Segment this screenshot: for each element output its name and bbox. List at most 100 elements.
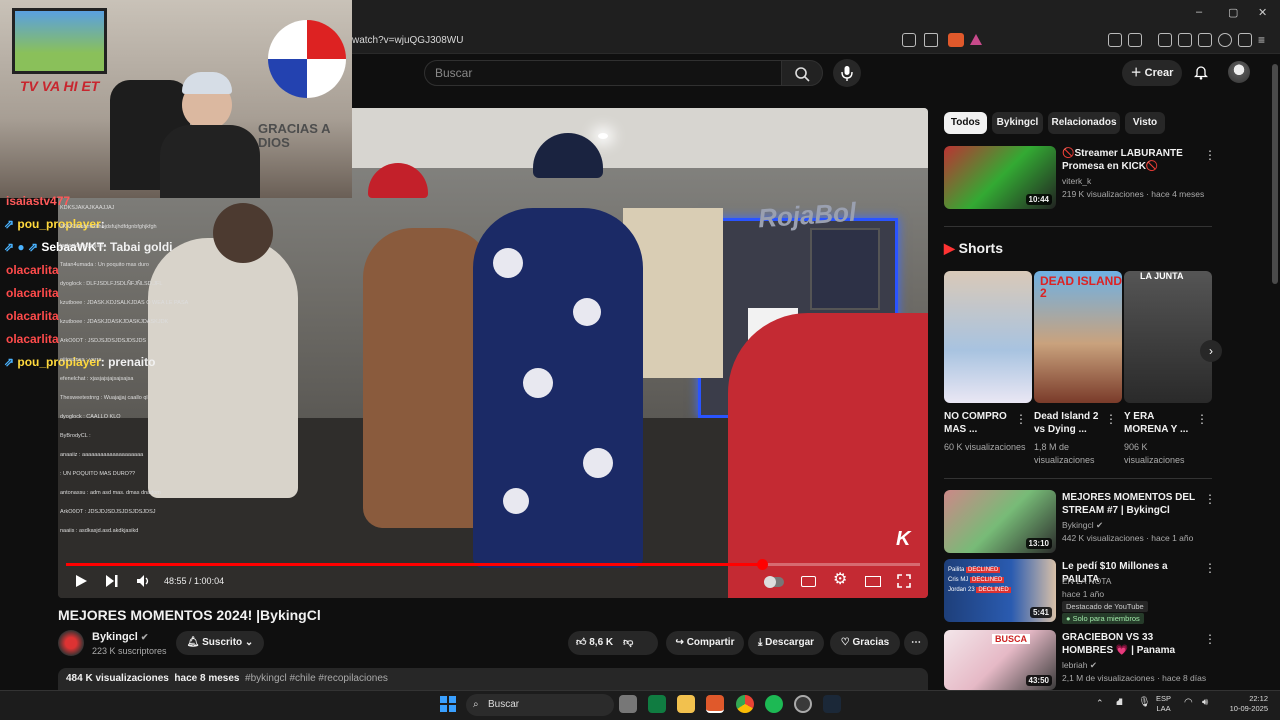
more-options-icon[interactable]: ⋮ <box>1196 412 1208 426</box>
screenshot-icon[interactable] <box>902 33 916 47</box>
chip-visto[interactable]: Visto <box>1125 112 1165 134</box>
short-thumbnail[interactable] <box>944 271 1032 403</box>
progress-bar[interactable] <box>66 559 920 570</box>
channel-name[interactable]: Bykingcl ✔ <box>92 631 148 643</box>
channel-avatar[interactable] <box>58 630 84 656</box>
more-options-icon[interactable]: ⋮ <box>1015 412 1027 426</box>
fullscreen-icon[interactable] <box>897 574 911 588</box>
channel-name[interactable]: EN LA NOTA <box>1062 575 1222 587</box>
more-options-icon[interactable]: ⋮ <box>1204 148 1216 162</box>
media-icon[interactable] <box>1158 33 1172 47</box>
task-view-icon[interactable] <box>619 695 637 713</box>
tray-wifi-icon[interactable]: ◠ <box>1184 697 1193 708</box>
time-total: 1:00:04 <box>194 576 225 586</box>
voice-search-button[interactable] <box>833 59 861 87</box>
dislike-button[interactable]: 👎︎ <box>623 637 633 648</box>
minimize-button[interactable]: – <box>1196 6 1202 18</box>
description-box[interactable]: 484 K visualizaciones hace 8 meses #byki… <box>58 668 928 690</box>
more-options-icon[interactable]: ⋮ <box>1105 412 1117 426</box>
bell-icon: 🔔︎ <box>186 637 203 648</box>
short-title[interactable]: Y ERA MORENA Y ... <box>1124 410 1198 436</box>
create-button[interactable]: ＋ Crear <box>1122 60 1182 86</box>
short-title[interactable]: NO COMPRO MAS ... <box>944 410 1018 436</box>
streamer-webcam: TV VA HI ET GRACIAS A DIOS <box>0 0 352 198</box>
share-button[interactable]: ↪ Compartir <box>666 631 744 655</box>
thanks-button[interactable]: ♡ Gracias <box>830 631 900 655</box>
scrollbar-thumb[interactable] <box>1272 64 1278 284</box>
url-text[interactable]: watch?v=wjuQGJ308WU <box>352 35 463 46</box>
brave-shield-icon[interactable] <box>948 33 964 47</box>
shorts-next-arrow-icon[interactable]: › <box>1200 340 1222 362</box>
video-title[interactable]: MEJORES MOMENTOS DEL STREAM #7 | BykingC… <box>1062 491 1202 517</box>
video-thumbnail[interactable]: 10:44 <box>944 146 1056 209</box>
file-explorer-icon[interactable] <box>677 695 695 713</box>
tray-mic-icon[interactable]: 🎙︎ <box>1138 697 1151 708</box>
tray-chevron-icon[interactable]: ⌃ <box>1096 698 1104 709</box>
settings-gear-icon[interactable]: ⚙ <box>833 572 847 588</box>
windows-start-icon[interactable] <box>440 696 456 712</box>
video-thumbnail[interactable]: 13:10 <box>944 490 1056 553</box>
hashtags[interactable]: #bykingcl #chile #recopilaciones <box>245 673 388 684</box>
search-button[interactable] <box>781 60 823 86</box>
volume-icon[interactable] <box>136 574 152 588</box>
tray-network-icon[interactable]: ⛘ <box>1116 697 1123 710</box>
obs-icon[interactable] <box>794 695 812 713</box>
sidebar-icon[interactable] <box>1178 33 1192 47</box>
leo-icon[interactable] <box>1218 33 1232 47</box>
steam-icon[interactable] <box>823 695 841 713</box>
brave-rewards-icon[interactable] <box>970 34 982 45</box>
tray-volume-icon[interactable]: 🔊︎ <box>1202 697 1208 708</box>
extensions-icon[interactable] <box>1108 33 1122 47</box>
chip-todos[interactable]: Todos <box>944 112 987 134</box>
taskbar-search[interactable]: ⌕ Buscar <box>466 694 614 716</box>
search-input[interactable]: Buscar <box>424 60 782 86</box>
short-title[interactable]: Dead Island 2 vs Dying ... <box>1034 410 1108 436</box>
more-options-icon[interactable]: ⋮ <box>1204 632 1216 646</box>
account-avatar[interactable] <box>1228 61 1250 83</box>
maximize-button[interactable]: ▢ <box>1228 6 1238 19</box>
short-thumbnail[interactable]: DEAD ISLAND 2 <box>1034 271 1122 403</box>
notifications-bell-icon[interactable] <box>1194 64 1208 80</box>
autoplay-toggle[interactable] <box>764 576 784 588</box>
channel-name[interactable]: lebriah ✔ <box>1062 659 1222 671</box>
chat-line: KDKSJAKAJKAAJJAJ <box>60 205 115 211</box>
menu-icon[interactable]: ≡ <box>1258 34 1265 46</box>
spotify-icon[interactable] <box>765 695 783 713</box>
chat-line: ojitosxnes : yerra <box>60 357 102 363</box>
video-thumbnail[interactable]: BUSCA 43:50 <box>944 630 1056 690</box>
video-title[interactable]: GRACIEBON VS 33 HOMBRES 💗 | Panama <box>1062 631 1202 657</box>
chrome-icon[interactable] <box>736 695 754 713</box>
chip-relacionados[interactable]: Relacionados <box>1048 112 1120 134</box>
next-icon[interactable] <box>105 574 119 588</box>
tray-clock[interactable]: 22:12 10-09-2025 <box>1222 694 1268 714</box>
more-options-icon[interactable]: ⋮ <box>1204 492 1216 506</box>
more-options-icon[interactable]: ⋮ <box>1204 561 1216 575</box>
like-button[interactable]: 👍︎ 8,6 K <box>576 637 613 648</box>
wallet-icon[interactable] <box>1198 33 1212 47</box>
play-icon[interactable] <box>74 574 88 588</box>
close-window-button[interactable]: ✕ <box>1258 6 1267 19</box>
progress-played <box>66 563 762 566</box>
download-button[interactable]: ⤓ Descargar <box>748 631 824 655</box>
language-indicator[interactable]: ESP LAA <box>1156 694 1171 714</box>
channel-name[interactable]: viterk_k <box>1062 175 1222 187</box>
brave-browser-icon[interactable] <box>706 695 724 713</box>
share-icon[interactable] <box>924 33 938 47</box>
vpn-icon[interactable] <box>1238 33 1252 47</box>
short-thumbnail[interactable]: LA JUNTA <box>1124 271 1212 403</box>
chat-line: antonassu : adm asd mas. dmas dnadom <box>60 490 161 496</box>
shorts-heading: ▶ Shorts <box>944 240 1003 256</box>
subtitles-icon[interactable] <box>801 576 816 587</box>
subscribed-button[interactable]: 🔔︎ Suscrito ⌄ <box>176 631 264 655</box>
channel-name[interactable]: Bykingcl ✔ <box>1062 519 1222 531</box>
video-thumbnail[interactable]: Pailita DECLINED Cris MJ DECLINED Jordan… <box>944 559 1056 622</box>
reader-icon[interactable] <box>1128 33 1142 47</box>
excel-icon[interactable] <box>648 695 666 713</box>
video-title[interactable]: 🚫Streamer LABURANTE Promesa en KICK🚫 <box>1062 147 1202 173</box>
progress-scrubber[interactable] <box>756 559 768 570</box>
more-actions-button[interactable]: ⋯ <box>904 631 928 655</box>
plus-icon: ＋ <box>1130 67 1145 79</box>
theater-mode-icon[interactable] <box>865 576 881 587</box>
chip-bykingcl[interactable]: Bykingcl <box>992 112 1043 134</box>
chat-line: ByBrodyCL : <box>60 433 91 439</box>
